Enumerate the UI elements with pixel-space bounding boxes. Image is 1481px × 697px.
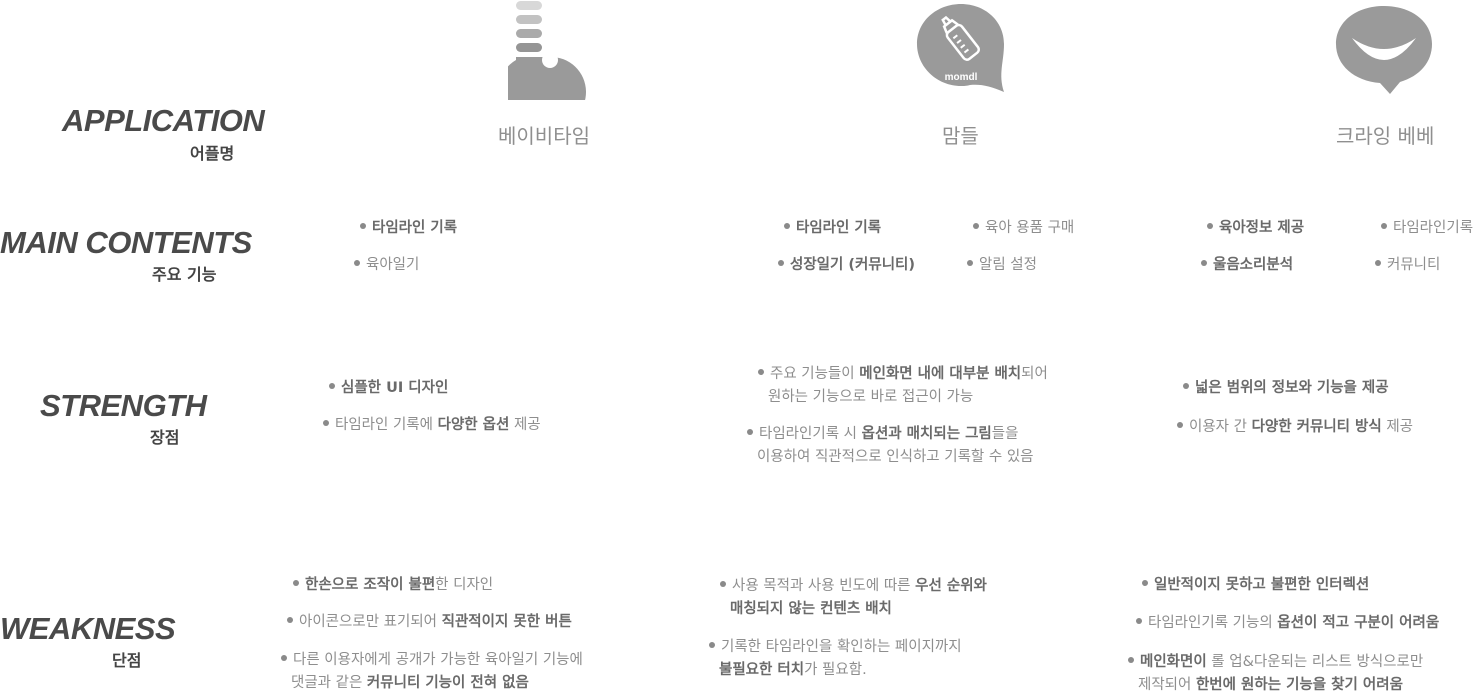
weakness-babytime-2: 아이콘으로만 표기되어 직관적이지 못한 버튼 bbox=[287, 615, 572, 630]
strength-cryingbebe-2: 이용자 간 다양한 커뮤니티 방식 제공 bbox=[1177, 420, 1413, 435]
bullet-icon bbox=[1128, 657, 1134, 663]
bullet-icon bbox=[747, 429, 753, 435]
row-sub-weakness: 단점 bbox=[112, 651, 142, 670]
row-sub-strength: 장점 bbox=[150, 428, 180, 447]
main-cryingbebe-1: 육아정보 제공 bbox=[1207, 221, 1304, 236]
weakness-babytime-3: 다른 이용자에게 공개가 가능한 육아일기 기능에 댓글과 같은 커뮤니티 기능… bbox=[281, 649, 583, 695]
main-babytime-2: 육아일기 bbox=[354, 258, 419, 273]
bullet-icon bbox=[973, 223, 979, 229]
weakness-cryingbebe-1: 일반적이지 못하고 불편한 인터렉션 bbox=[1142, 578, 1369, 593]
row-title-weakness: WEAKNESS bbox=[0, 611, 176, 646]
app-name-babytime: 베이비타임 bbox=[498, 124, 590, 148]
main-cryingbebe-2: 타임라인기록 bbox=[1381, 221, 1473, 236]
main-momdl-4: 알림 설정 bbox=[967, 258, 1037, 273]
row-sub-application: 어플명 bbox=[190, 144, 235, 163]
strength-babytime-1: 심플한 UI 디자인 bbox=[329, 381, 448, 396]
row-sub-main-contents: 주요 기능 bbox=[152, 265, 217, 284]
app-name-momdl: 맘들 bbox=[942, 124, 979, 148]
cryingbebe-smile-logo-icon bbox=[1334, 4, 1434, 96]
weakness-cryingbebe-3: 메인화면이 롤 업&다운되는 리스트 방식으로만 제작되어 한번에 원하는 기능… bbox=[1128, 651, 1423, 697]
bullet-icon bbox=[784, 223, 790, 229]
strength-momdl-2: 타임라인기록 시 옵션과 매치되는 그림들을 이용하여 직관적으로 인식하고 기… bbox=[747, 423, 1034, 469]
bullet-icon bbox=[1201, 260, 1207, 266]
bullet-icon bbox=[967, 260, 973, 266]
bullet-icon bbox=[758, 369, 764, 375]
bullet-icon bbox=[1183, 383, 1189, 389]
app-name-cryingbebe: 크라잉 베베 bbox=[1336, 124, 1435, 148]
bullet-icon bbox=[1142, 580, 1148, 586]
momdl-logo-text: momdl bbox=[945, 72, 978, 83]
bullet-icon bbox=[287, 617, 293, 623]
strength-cryingbebe-1: 넓은 범위의 정보와 기능을 제공 bbox=[1183, 381, 1389, 396]
weakness-babytime-1: 한손으로 조작이 불편한 디자인 bbox=[293, 578, 493, 593]
main-momdl-2: 육아 용품 구매 bbox=[973, 221, 1074, 236]
row-title-main-contents: MAIN CONTENTS bbox=[0, 225, 252, 260]
main-cryingbebe-3: 울음소리분석 bbox=[1201, 258, 1293, 273]
weakness-momdl-2: 기록한 타임라인을 확인하는 페이지까지 불필요한 터치가 필요함. bbox=[709, 636, 962, 682]
weakness-momdl-1: 사용 목적과 사용 빈도에 따른 우선 순위와 매칭되지 않는 컨텐츠 배치 bbox=[720, 575, 987, 621]
bullet-icon bbox=[709, 642, 715, 648]
main-babytime-1: 타임라인 기록 bbox=[360, 221, 457, 236]
bullet-icon bbox=[354, 260, 360, 266]
main-momdl-1: 타임라인 기록 bbox=[784, 221, 881, 236]
momdl-bottle-logo-icon: momdl bbox=[914, 0, 1008, 96]
strength-momdl-1: 주요 기능들이 메인화면 내에 대부분 배치되어 원하는 기능으로 바로 접근이… bbox=[758, 363, 1048, 409]
bullet-icon bbox=[1177, 422, 1183, 428]
bullet-icon bbox=[329, 383, 335, 389]
babytime-logo-icon bbox=[499, 0, 592, 127]
bullet-icon bbox=[720, 581, 726, 587]
bullet-icon bbox=[1375, 260, 1381, 266]
bullet-icon bbox=[323, 420, 329, 426]
main-cryingbebe-4: 커뮤니티 bbox=[1375, 258, 1440, 273]
bullet-icon bbox=[281, 655, 287, 661]
weakness-cryingbebe-2: 타임라인기록 기능의 옵션이 적고 구분이 어려움 bbox=[1136, 616, 1439, 631]
bullet-icon bbox=[1207, 223, 1213, 229]
bullet-icon bbox=[293, 580, 299, 586]
bullet-icon bbox=[778, 260, 784, 266]
row-title-strength: STRENGTH bbox=[40, 388, 207, 423]
main-momdl-3: 성장일기 (커뮤니티) bbox=[778, 258, 915, 273]
row-title-application: APPLICATION bbox=[62, 103, 265, 138]
bullet-icon bbox=[1381, 223, 1387, 229]
bullet-icon bbox=[1136, 618, 1142, 624]
bullet-icon bbox=[360, 223, 366, 229]
strength-babytime-2: 타임라인 기록에 다양한 옵션 제공 bbox=[323, 418, 541, 433]
